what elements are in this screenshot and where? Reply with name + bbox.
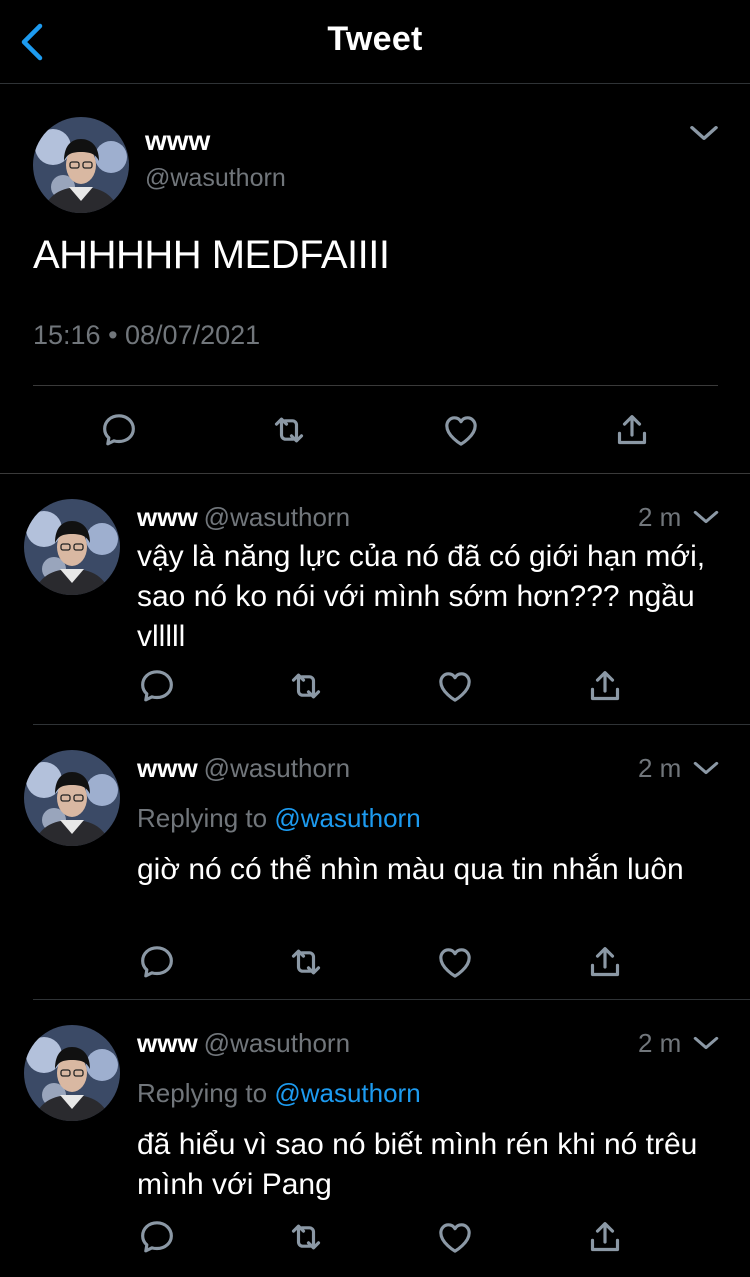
share-icon[interactable] <box>612 410 652 450</box>
reply-header: www @wasuthorn <box>137 502 350 533</box>
reply-icon[interactable] <box>137 666 177 706</box>
retweet-icon[interactable] <box>269 410 309 450</box>
author-name[interactable]: www <box>137 1028 198 1058</box>
author-name[interactable]: www <box>145 125 210 157</box>
tweet-text: AHHHHH MEDFAIIII <box>33 233 390 277</box>
page-title: Tweet <box>327 20 423 58</box>
avatar[interactable] <box>24 499 120 595</box>
reply-header: www @wasuthorn <box>137 753 350 784</box>
retweet-icon[interactable] <box>286 666 326 706</box>
like-icon[interactable] <box>435 1217 475 1257</box>
share-icon[interactable] <box>585 1217 625 1257</box>
reply-time: 2 m <box>638 753 682 783</box>
avatar[interactable] <box>24 1025 120 1121</box>
reply-icon[interactable] <box>137 1217 177 1257</box>
author-name[interactable]: www <box>137 753 198 783</box>
top-nav-bar: Tweet <box>0 0 750 84</box>
replying-to-line: Replying to @wasuthorn <box>137 1078 421 1109</box>
replying-to-label: Replying to <box>137 803 268 833</box>
divider <box>33 999 750 1000</box>
main-tweet: www @wasuthorn AHHHHH MEDFAIIII 15:16 • … <box>0 85 750 474</box>
chevron-down-icon[interactable] <box>690 1029 722 1057</box>
author-handle[interactable]: @wasuthorn <box>145 164 286 193</box>
reply-icon[interactable] <box>99 410 139 450</box>
like-icon[interactable] <box>435 666 475 706</box>
author-handle[interactable]: @wasuthorn <box>204 753 350 783</box>
author-name[interactable]: www <box>137 502 198 532</box>
retweet-icon[interactable] <box>286 1217 326 1257</box>
reply-icon[interactable] <box>137 942 177 982</box>
chevron-down-icon[interactable] <box>690 503 722 531</box>
avatar[interactable] <box>33 117 129 213</box>
mention-link[interactable]: @wasuthorn <box>274 1078 420 1108</box>
reply-time: 2 m <box>638 1028 682 1058</box>
mention-link[interactable]: @wasuthorn <box>274 803 420 833</box>
reply-time: 2 m <box>638 502 682 532</box>
reply-tweet[interactable]: www @wasuthorn 2 m Replying to @wasuthorn… <box>0 1001 750 1277</box>
divider <box>33 724 750 725</box>
author-handle[interactable]: @wasuthorn <box>204 502 350 532</box>
like-icon[interactable] <box>441 410 481 450</box>
divider <box>33 385 718 386</box>
reply-text: giờ nó có thể nhìn màu qua tin nhắn luôn <box>137 853 684 886</box>
avatar[interactable] <box>24 750 120 846</box>
chevron-down-icon[interactable] <box>690 754 722 782</box>
reply-text: đã hiểu vì sao nó biết mình rén khi nó t… <box>137 1128 698 1201</box>
reply-header: www @wasuthorn <box>137 1028 350 1059</box>
tweet-timestamp[interactable]: 15:16 • 08/07/2021 <box>33 320 260 351</box>
chevron-down-icon[interactable] <box>686 117 722 149</box>
replying-to-label: Replying to <box>137 1078 268 1108</box>
reply-tweet[interactable]: www @wasuthorn 2 m vậy là năng lực của nó… <box>0 475 750 725</box>
retweet-icon[interactable] <box>286 942 326 982</box>
share-icon[interactable] <box>585 666 625 706</box>
author-handle[interactable]: @wasuthorn <box>204 1028 350 1058</box>
replying-to-line: Replying to @wasuthorn <box>137 803 421 834</box>
reply-text: vậy là năng lực của nó đã có giới hạn mớ… <box>137 540 706 653</box>
like-icon[interactable] <box>435 942 475 982</box>
share-icon[interactable] <box>585 942 625 982</box>
reply-tweet[interactable]: www @wasuthorn 2 m Replying to @wasuthorn… <box>0 726 750 1000</box>
